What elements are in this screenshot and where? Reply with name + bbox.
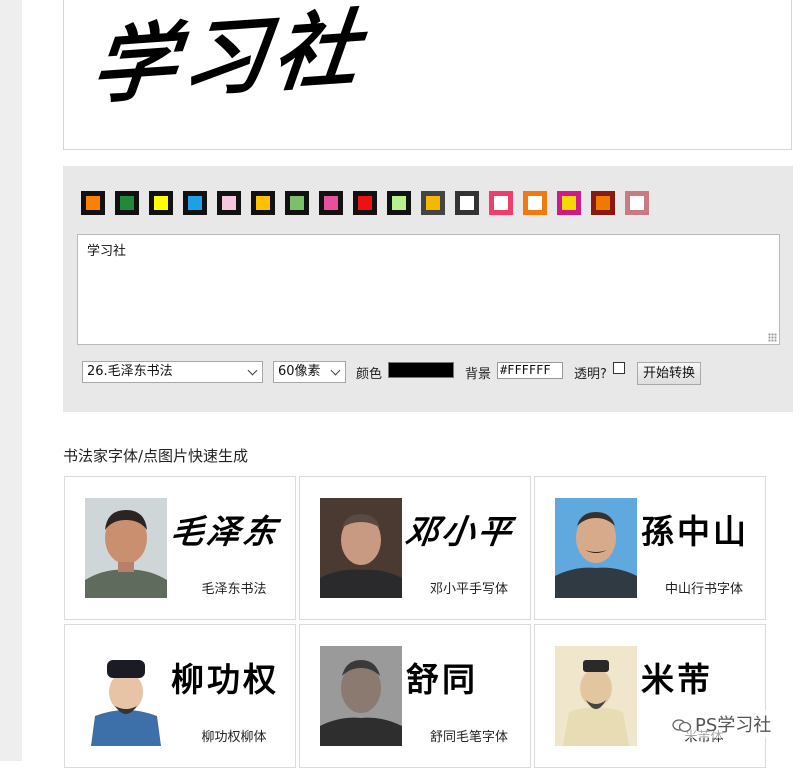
portrait-image — [555, 646, 637, 746]
size-select-value: 60像素 — [278, 364, 321, 379]
section-title: 书法家字体/点图片快速生成 — [63, 447, 249, 465]
calligraphy-sample: 米芾 — [641, 660, 713, 699]
watermark-text: PS学习社 — [695, 715, 772, 736]
portrait-image — [555, 498, 637, 598]
color-swatch[interactable] — [285, 191, 309, 215]
preview-output: 学习社 — [63, 0, 792, 150]
calligraphy-sample: 孫中山 — [641, 512, 749, 551]
wechat-icon — [672, 719, 692, 733]
color-swatch[interactable] — [115, 191, 139, 215]
color-swatch[interactable] — [591, 191, 615, 215]
portrait-image — [320, 498, 402, 598]
preview-calligraphy-text: 学习社 — [86, 0, 370, 116]
color-swatch[interactable] — [421, 191, 445, 215]
calligraphy-sample: 毛泽东 — [168, 512, 282, 551]
controls-row: 26.毛泽东书法 60像素 颜色 背景 #FFFFFF 透明? 开始转换 — [63, 361, 793, 387]
calligrapher-card-sun[interactable]: 孫中山 中山行书字体 — [534, 476, 766, 620]
color-swatch[interactable] — [455, 191, 479, 215]
font-select[interactable]: 26.毛泽东书法 — [82, 361, 263, 383]
portrait-image — [85, 646, 167, 746]
color-swatch[interactable] — [319, 191, 343, 215]
color-swatch[interactable] — [251, 191, 275, 215]
color-swatch[interactable] — [217, 191, 241, 215]
portrait-image — [85, 498, 167, 598]
color-label: 颜色 — [356, 367, 383, 382]
calligrapher-card-mi[interactable]: 米芾 米芾体 — [534, 624, 766, 768]
color-swatch[interactable] — [353, 191, 377, 215]
font-select-value: 26.毛泽东书法 — [87, 364, 173, 379]
size-select[interactable]: 60像素 — [273, 361, 346, 383]
card-caption: 舒同毛笔字体 — [429, 730, 508, 745]
left-sidebar-strip — [0, 0, 22, 761]
card-caption: 柳功权柳体 — [201, 730, 267, 745]
color-swatch[interactable] — [149, 191, 173, 215]
transparent-label: 透明? — [574, 367, 607, 382]
watermark: PS学习社 — [668, 710, 776, 738]
calligrapher-card-deng[interactable]: 邓小平 邓小平手写体 — [299, 476, 531, 620]
color-swatch[interactable] — [557, 191, 581, 215]
color-swatch[interactable] — [183, 191, 207, 215]
transparent-checkbox[interactable] — [613, 362, 625, 374]
calligrapher-card-mao[interactable]: 毛泽东 毛泽东书法 — [64, 476, 296, 620]
calligrapher-card-shu[interactable]: 舒同 舒同毛笔字体 — [299, 624, 531, 768]
card-caption: 邓小平手写体 — [429, 582, 508, 597]
portrait-image — [320, 646, 402, 746]
calligraphy-sample: 柳功权 — [171, 660, 279, 699]
color-swatch[interactable] — [523, 191, 547, 215]
chevron-down-icon — [330, 365, 341, 376]
bg-color-field[interactable]: #FFFFFF — [497, 362, 563, 379]
resize-grip-icon[interactable] — [768, 333, 777, 342]
color-swatch[interactable] — [489, 191, 513, 215]
card-caption: 中山行书字体 — [664, 582, 743, 597]
color-swatch[interactable] — [81, 191, 105, 215]
bg-label: 背景 — [465, 367, 492, 382]
text-color-field[interactable] — [388, 362, 454, 378]
card-caption: 毛泽东书法 — [201, 582, 267, 597]
calligrapher-card-liu[interactable]: 柳功权 柳功权柳体 — [64, 624, 296, 768]
chevron-down-icon — [247, 365, 258, 376]
calligraphy-sample: 邓小平 — [403, 512, 517, 551]
text-input[interactable]: 学习社 — [77, 234, 780, 345]
color-swatch[interactable] — [387, 191, 411, 215]
color-swatch[interactable] — [625, 191, 649, 215]
calligraphy-sample: 舒同 — [406, 660, 478, 699]
start-convert-button[interactable]: 开始转换 — [637, 362, 702, 385]
generator-panel: 学习社 26.毛泽东书法 60像素 颜色 背景 #FFFFFF 透明? 开始转换 — [63, 166, 793, 412]
